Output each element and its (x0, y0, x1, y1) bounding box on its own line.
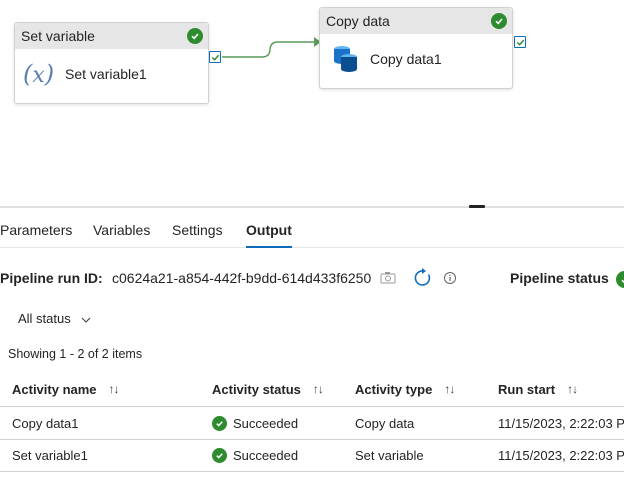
success-check-icon (212, 416, 227, 431)
activity-type-cell: Copy data (355, 416, 415, 431)
activity-name: Set variable1 (65, 66, 147, 82)
success-check-icon (212, 448, 227, 463)
table-row[interactable]: Set variable1 Succeeded Set variable 11/… (0, 440, 624, 472)
activity-name-cell[interactable]: Copy data1 (12, 408, 79, 439)
pipeline-canvas[interactable]: Set variable (x) Set variable1 Copy data (0, 0, 624, 206)
run-start-cell: 11/15/2023, 2:22:03 PM (498, 448, 624, 463)
column-header-activity-status[interactable]: Activity status ↑↓ (212, 372, 324, 406)
tab-settings[interactable]: Settings (172, 222, 223, 248)
activity-type-cell: Set variable (355, 448, 424, 463)
success-check-icon (187, 28, 203, 44)
copy-icon[interactable] (380, 271, 396, 288)
success-check-icon (491, 13, 507, 29)
success-output-port[interactable] (209, 51, 221, 63)
pipeline-status-success-icon (616, 271, 624, 288)
tab-parameters[interactable]: Parameters (0, 222, 72, 248)
success-output-port[interactable] (514, 36, 526, 48)
table-row[interactable]: Copy data1 Succeeded Copy data 11/15/202… (0, 408, 624, 440)
activity-type-label: Set variable (21, 28, 95, 44)
column-header-activity-type[interactable]: Activity type ↑↓ (355, 372, 455, 406)
sort-icon[interactable]: ↑↓ (444, 382, 455, 396)
splitter-handle[interactable] (469, 205, 485, 208)
info-icon[interactable] (443, 271, 457, 288)
panel-splitter[interactable] (0, 206, 624, 208)
activity-status-cell: Succeeded (212, 408, 298, 439)
activity-copy-data[interactable]: Copy data Copy data1 (319, 7, 513, 89)
activity-body: Copy data1 (320, 34, 512, 84)
column-header-run-start[interactable]: Run start ↑↓ (498, 372, 578, 406)
status-filter-dropdown[interactable]: All status (18, 311, 91, 326)
activity-header: Copy data (320, 8, 512, 34)
properties-tabs: Parameters Variables Settings Output (0, 214, 624, 248)
run-id-value: c0624a21-a854-442f-b9dd-614d433f6250 (112, 270, 372, 286)
activity-set-variable[interactable]: Set variable (x) Set variable1 (14, 22, 209, 104)
activity-header: Set variable (15, 23, 208, 49)
database-icon (332, 44, 362, 74)
variable-icon: (x) (23, 60, 55, 88)
status-filter-label: All status (18, 311, 71, 326)
run-start-cell: 11/15/2023, 2:22:03 PM (498, 416, 624, 431)
refresh-icon[interactable] (413, 268, 433, 291)
chevron-down-icon (81, 311, 91, 326)
activity-name: Copy data1 (370, 51, 442, 67)
table-header: Activity name ↑↓ Activity status ↑↓ Activi… (0, 372, 624, 407)
pipeline-status-label: Pipeline status (510, 270, 609, 286)
activity-body: (x) Set variable1 (15, 49, 208, 99)
activity-name-cell[interactable]: Set variable1 (12, 440, 88, 471)
sort-icon[interactable]: ↑↓ (109, 382, 120, 396)
sort-icon[interactable]: ↑↓ (567, 382, 578, 396)
run-id-label: Pipeline run ID: (0, 270, 103, 286)
activity-type-label: Copy data (326, 13, 390, 29)
column-header-activity-name[interactable]: Activity name ↑↓ (12, 372, 120, 406)
sort-icon[interactable]: ↑↓ (313, 382, 324, 396)
tab-output[interactable]: Output (246, 222, 292, 248)
pipeline-run-info: Pipeline run ID: c0624a21-a854-442f-b9dd… (0, 268, 624, 291)
item-count: Showing 1 - 2 of 2 items (8, 347, 143, 361)
activity-status-cell: Succeeded (212, 440, 298, 471)
tab-variables[interactable]: Variables (93, 222, 150, 248)
